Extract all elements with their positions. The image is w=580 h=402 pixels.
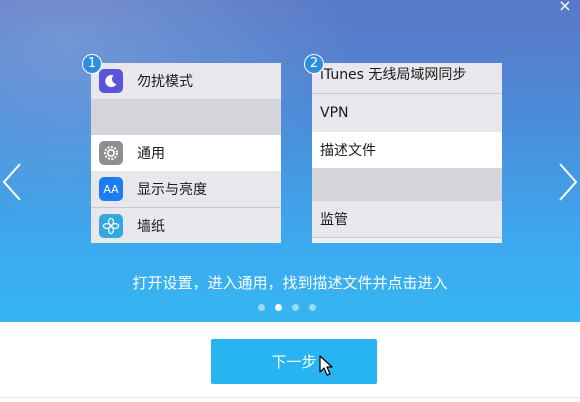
gear-icon — [99, 141, 123, 165]
pagination-dot-active[interactable] — [275, 304, 282, 311]
pagination-dot[interactable] — [309, 304, 316, 311]
next-step-button[interactable]: 下一步 — [211, 339, 377, 384]
list-item-wallpaper: 墙纸 — [91, 208, 281, 243]
previous-slide-button[interactable] — [0, 158, 24, 206]
list-item-supervision: 监管 — [312, 201, 502, 237]
list-item-itunes-wifi-sync: iTunes 无线局域网同步 — [312, 63, 502, 93]
pagination-dot[interactable] — [258, 304, 265, 311]
list-item-do-not-disturb: 勿扰模式 — [91, 63, 281, 99]
next-slide-button[interactable] — [556, 158, 580, 206]
moon-icon — [99, 69, 123, 93]
mouse-pointer-icon — [319, 355, 333, 376]
list-item-general: 通用 — [91, 135, 281, 171]
list-item-label: 描述文件 — [320, 143, 376, 159]
tutorial-hero: × 勿扰模式 通用 AA 显示与亮度 墙纸 1 iTunes 无线局域网同步 V… — [0, 0, 580, 322]
pagination-dots — [258, 304, 316, 311]
list-item-label: iTunes 无线局域网同步 — [320, 67, 467, 83]
list-item-label: 通用 — [137, 146, 165, 162]
list-item-label: 勿扰模式 — [137, 74, 193, 90]
bottom-divider — [0, 397, 580, 398]
list-item-label: 监管 — [320, 212, 348, 228]
close-button[interactable]: × — [556, 0, 574, 14]
list-item-profiles: 描述文件 — [312, 132, 502, 168]
list-item-label: VPN — [320, 105, 349, 121]
list-item-vpn: VPN — [312, 94, 502, 132]
list-item-display-brightness: AA 显示与亮度 — [91, 171, 281, 207]
list-section-gap — [312, 168, 502, 201]
step-badge-2: 2 — [304, 54, 324, 74]
list-item-label: 显示与亮度 — [137, 182, 207, 198]
divider — [312, 237, 502, 238]
chevron-right-icon — [559, 163, 578, 201]
step-badge-1: 1 — [82, 54, 102, 74]
general-screenshot-panel: iTunes 无线局域网同步 VPN 描述文件 监管 — [312, 63, 502, 243]
instruction-caption: 打开设置，进入通用，找到描述文件并点击进入 — [132, 274, 448, 292]
chevron-left-icon — [2, 163, 21, 201]
pagination-dot[interactable] — [292, 304, 299, 311]
wallpaper-flower-icon — [99, 214, 123, 238]
display-brightness-icon: AA — [99, 177, 123, 201]
next-step-label: 下一步 — [271, 353, 317, 371]
settings-screenshot-panel: 勿扰模式 通用 AA 显示与亮度 墙纸 — [91, 63, 281, 243]
list-item-label: 墙纸 — [137, 219, 165, 235]
list-section-gap — [91, 99, 281, 135]
